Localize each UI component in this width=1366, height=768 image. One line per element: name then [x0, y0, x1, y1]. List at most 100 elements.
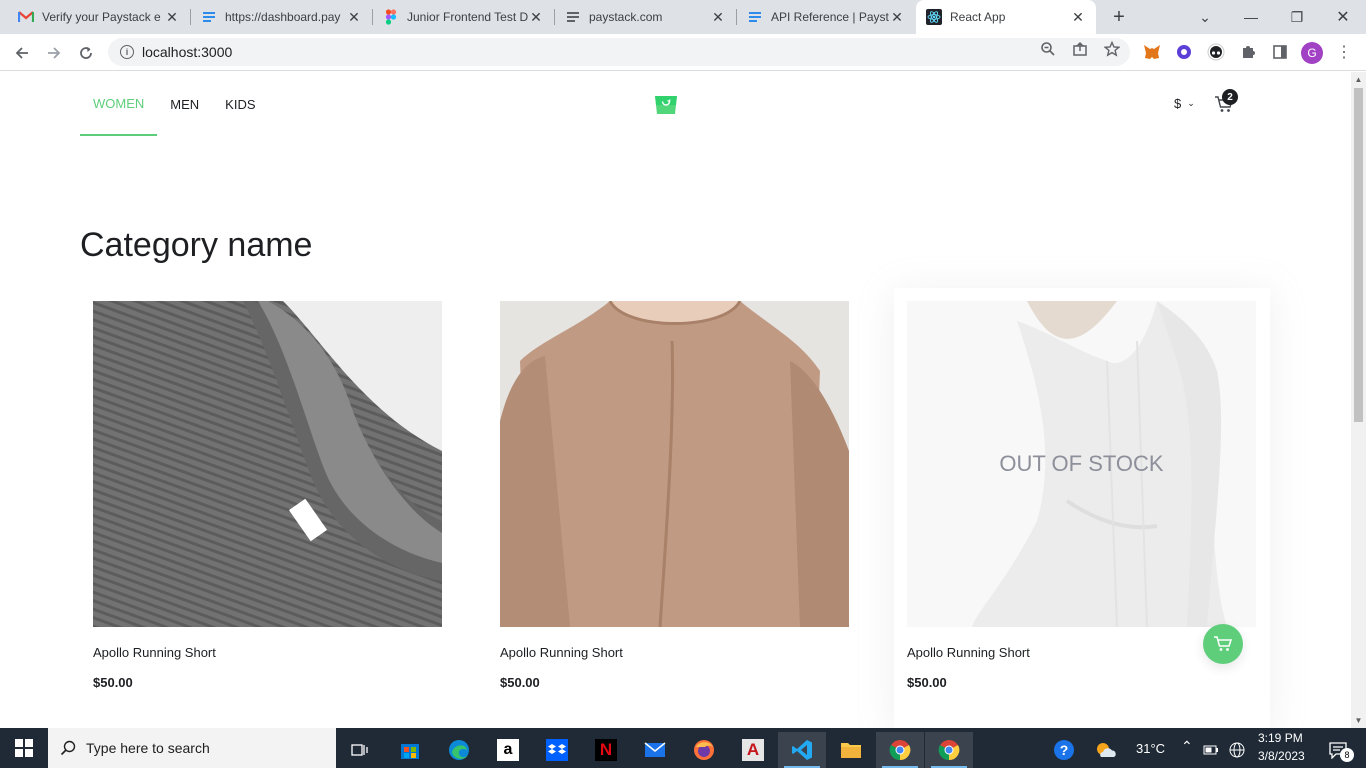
page-icon — [565, 9, 581, 25]
browser-tab-active[interactable]: React App ✕ — [916, 0, 1096, 34]
tab-title: Verify your Paystack e — [42, 10, 161, 24]
amazon-icon[interactable]: a — [484, 732, 532, 768]
arrow-right-icon — [48, 47, 61, 59]
notification-count-badge: 8 — [1340, 748, 1354, 762]
browser-toolbar: i localhost:3000 G ⋮ — [0, 34, 1366, 71]
figma-icon — [383, 9, 399, 25]
browser-tab[interactable]: https://dashboard.pay ✕ — [191, 0, 372, 34]
product-card[interactable]: Apollo Running Short $50.00 — [80, 288, 456, 728]
acrobat-icon[interactable]: A — [729, 732, 777, 768]
tab-title: API Reference | Paysta — [771, 10, 889, 24]
tab-title: Junior Frontend Test D — [407, 10, 528, 24]
kebab-menu-icon[interactable]: ⋮ — [1334, 42, 1354, 62]
react-icon — [926, 9, 942, 25]
microsoft-store-icon[interactable] — [386, 732, 434, 768]
out-of-stock-overlay: OUT OF STOCK — [907, 301, 1256, 627]
new-tab-button[interactable]: + — [1108, 6, 1130, 28]
scroll-up-arrow-icon[interactable]: ▲ — [1354, 75, 1363, 84]
close-icon[interactable]: ✕ — [164, 9, 180, 25]
nav-link-men[interactable]: MEN — [157, 72, 212, 136]
close-icon[interactable]: ✕ — [710, 9, 726, 25]
side-panel-icon[interactable] — [1270, 42, 1290, 62]
info-icon[interactable]: i — [120, 45, 134, 59]
tab-title: React App — [950, 10, 1006, 24]
out-of-stock-label: OUT OF STOCK — [999, 451, 1164, 476]
close-icon[interactable]: ✕ — [1070, 9, 1086, 25]
windows-taskbar: Type here to search a N A ? 31°C ⌃ 3:19 … — [0, 728, 1366, 768]
close-icon[interactable]: ✕ — [346, 9, 362, 25]
zoom-icon[interactable] — [1039, 40, 1057, 58]
product-price: $50.00 — [907, 675, 947, 690]
profile-avatar[interactable]: G — [1301, 42, 1323, 64]
battery-icon[interactable] — [1198, 732, 1224, 768]
add-to-cart-button[interactable] — [1203, 624, 1243, 664]
firefox-icon[interactable] — [680, 732, 728, 768]
weather-icon[interactable] — [1092, 732, 1120, 768]
tab-search-button[interactable]: ⌄ — [1182, 0, 1228, 34]
docs-icon — [747, 9, 763, 25]
scroll-down-arrow-icon[interactable]: ▼ — [1354, 716, 1363, 725]
reload-button[interactable] — [72, 39, 100, 67]
product-image[interactable] — [500, 301, 849, 627]
file-explorer-icon[interactable] — [827, 732, 875, 768]
product-image[interactable] — [93, 301, 442, 627]
back-button[interactable] — [8, 39, 36, 67]
puzzle-icon[interactable] — [1238, 42, 1258, 62]
chrome-icon[interactable] — [925, 732, 973, 768]
browser-tab[interactable]: Verify your Paystack e ✕ — [8, 0, 190, 34]
chevron-up-icon[interactable]: ⌃ — [1181, 738, 1193, 755]
arrow-left-icon — [15, 47, 28, 59]
product-image[interactable]: OUT OF STOCK — [907, 301, 1256, 627]
share-icon[interactable] — [1071, 40, 1089, 58]
incognito-extension-icon[interactable] — [1206, 42, 1226, 62]
taskbar-search-box[interactable]: Type here to search — [48, 728, 336, 768]
currency-symbol: $ — [1174, 96, 1182, 111]
url-text: localhost:3000 — [142, 44, 233, 60]
nav-link-kids[interactable]: KIDS — [212, 72, 268, 136]
notifications-icon[interactable]: 8 — [1318, 732, 1358, 768]
product-name[interactable]: Apollo Running Short — [93, 645, 216, 660]
close-window-button[interactable]: ✕ — [1320, 0, 1366, 34]
globe-icon[interactable] — [1224, 732, 1250, 768]
product-price: $50.00 — [93, 675, 133, 690]
scrollbar-thumb[interactable] — [1354, 88, 1363, 422]
clock-date[interactable]: 3/8/2023 — [1258, 749, 1305, 763]
browser-tab[interactable]: paystack.com ✕ — [555, 0, 736, 34]
product-price: $50.00 — [500, 675, 540, 690]
currency-switcher[interactable]: $ ⌄ — [1174, 96, 1195, 111]
svg-text:?: ? — [1060, 742, 1069, 758]
forward-button[interactable] — [40, 39, 68, 67]
page-scrollbar[interactable]: ▲ ▼ — [1351, 72, 1366, 728]
brand-logo-icon[interactable] — [654, 92, 678, 114]
browser-tab[interactable]: API Reference | Paysta ✕ — [737, 0, 915, 34]
windows-start-button[interactable] — [0, 728, 48, 768]
clock-time[interactable]: 3:19 PM — [1258, 731, 1303, 745]
edge-icon[interactable] — [435, 732, 483, 768]
nav-link-women[interactable]: WOMEN — [80, 72, 158, 136]
dropbox-icon[interactable] — [533, 732, 581, 768]
close-icon[interactable]: ✕ — [889, 9, 905, 25]
task-view-icon[interactable] — [336, 732, 384, 768]
product-name[interactable]: Apollo Running Short — [907, 645, 1030, 660]
mail-icon[interactable] — [631, 732, 679, 768]
help-icon[interactable]: ? — [1040, 732, 1088, 768]
cart-count-badge: 2 — [1222, 89, 1238, 105]
browser-tab[interactable]: Junior Frontend Test D ✕ — [373, 0, 554, 34]
restore-button[interactable]: ❐ — [1274, 0, 1320, 34]
chrome-icon[interactable] — [876, 732, 924, 768]
close-icon[interactable]: ✕ — [528, 9, 544, 25]
cart-icon — [1214, 636, 1233, 651]
netflix-icon[interactable]: N — [582, 732, 630, 768]
extension-icon[interactable] — [1174, 42, 1194, 62]
metamask-icon[interactable] — [1142, 42, 1162, 62]
product-card-out-of-stock[interactable]: OUT OF STOCK Apollo Running Short $50.00 — [894, 288, 1270, 728]
minimize-button[interactable]: — — [1228, 0, 1274, 34]
product-name[interactable]: Apollo Running Short — [500, 645, 623, 660]
weather-temperature[interactable]: 31°C — [1136, 741, 1165, 756]
browser-tab-strip: Verify your Paystack e ✕ https://dashboa… — [0, 0, 1366, 34]
search-placeholder: Type here to search — [86, 740, 210, 756]
address-bar[interactable]: i localhost:3000 — [108, 38, 1130, 66]
vscode-icon[interactable] — [778, 732, 826, 768]
product-card[interactable]: Apollo Running Short $50.00 — [487, 288, 863, 728]
bookmark-star-icon[interactable] — [1103, 40, 1121, 58]
